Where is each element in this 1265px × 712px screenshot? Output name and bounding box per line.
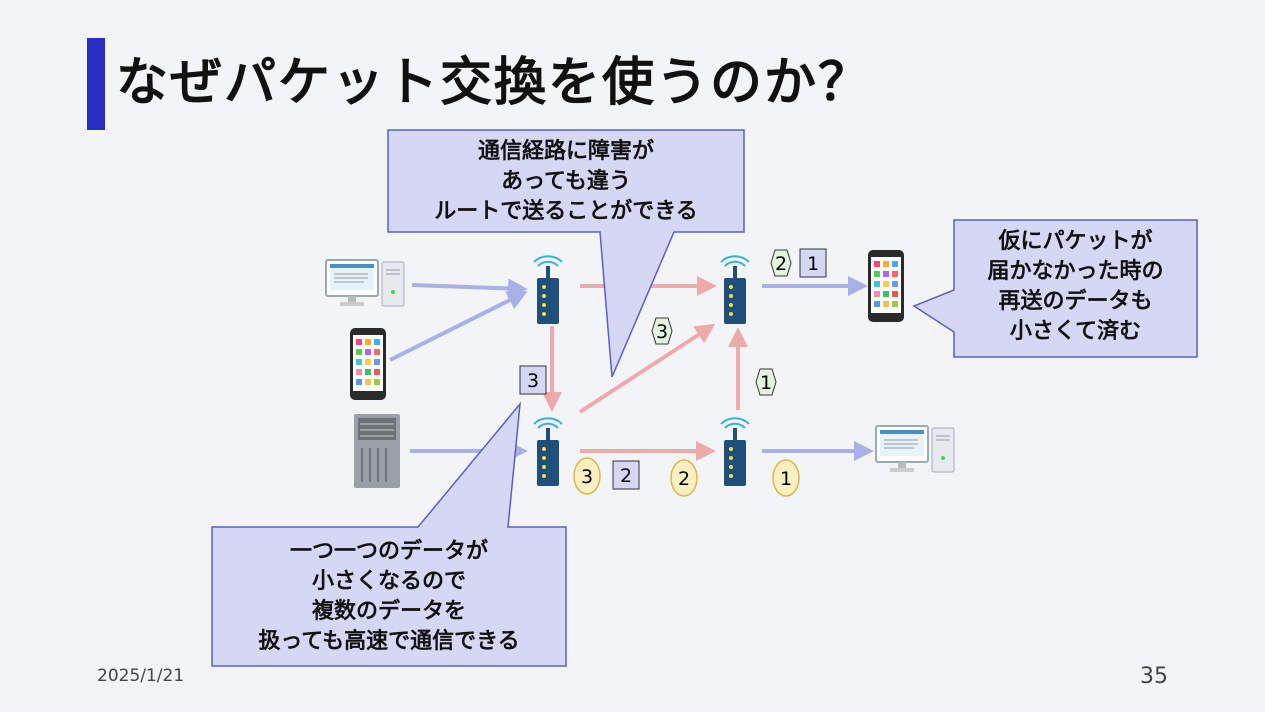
callout-line: 小さくて済む: [1009, 319, 1142, 344]
smartphone-icon: [868, 250, 904, 322]
svg-text:1: 1: [807, 253, 819, 275]
packet-hexagon: 1: [755, 368, 777, 396]
router-icon: [720, 255, 750, 325]
svg-text:2: 2: [620, 465, 632, 487]
callout-line: 一つ一つのデータが: [289, 539, 488, 564]
callout-line: 仮にパケットが: [998, 229, 1153, 254]
callout-bottom-text: 一つ一つのデータが 小さくなるので 複数のデータを 扱っても高速で通信できる: [212, 537, 566, 657]
packet-circle: 1: [772, 459, 800, 497]
desktop-pc-icon: [875, 425, 955, 473]
callout-top-text: 通信経路に障害が あっても違う ルートで送ることができる: [388, 137, 744, 227]
callout-line: 小さくなるので: [311, 569, 466, 594]
callout-line: 届かなかった時の: [987, 259, 1164, 284]
router-icon: [533, 417, 563, 487]
network-diagram: 1 2 3 1 3 2 3 2 1: [211, 129, 1198, 667]
smartphone-icon: [350, 328, 386, 400]
server-icon: [354, 414, 400, 488]
svg-text:2: 2: [775, 253, 787, 275]
footer-date: 2025/1/21: [97, 666, 185, 686]
packet-square: 2: [612, 460, 640, 490]
packet-hexagon: 3: [651, 317, 673, 345]
callout-line: 複数のデータを: [311, 599, 466, 624]
page-number: 35: [1140, 664, 1168, 689]
callout-line: 扱っても高速で通信できる: [258, 629, 520, 654]
svg-text:3: 3: [527, 370, 539, 392]
callout-line: あっても違う: [501, 169, 631, 194]
router-icon: [720, 417, 750, 487]
packet-square: 1: [799, 248, 827, 278]
svg-text:1: 1: [780, 468, 792, 490]
svg-text:1: 1: [760, 372, 772, 394]
router-icon: [533, 255, 563, 325]
packet-hexagon: 2: [770, 249, 792, 277]
svg-text:2: 2: [678, 468, 690, 490]
callout-line: 再送のデータも: [998, 289, 1153, 314]
desktop-pc-icon: [325, 259, 405, 307]
callout-line: ルートで送ることができる: [434, 199, 698, 224]
callout-line: 通信経路に障害が: [477, 139, 654, 164]
callout-right-text: 仮にパケットが 届かなかった時の 再送のデータも 小さくて済む: [954, 227, 1197, 347]
svg-text:3: 3: [656, 321, 668, 343]
packet-circle: 2: [670, 459, 698, 497]
packet-circle: 3: [573, 457, 601, 495]
svg-text:3: 3: [581, 466, 593, 488]
packet-square: 3: [519, 365, 547, 395]
